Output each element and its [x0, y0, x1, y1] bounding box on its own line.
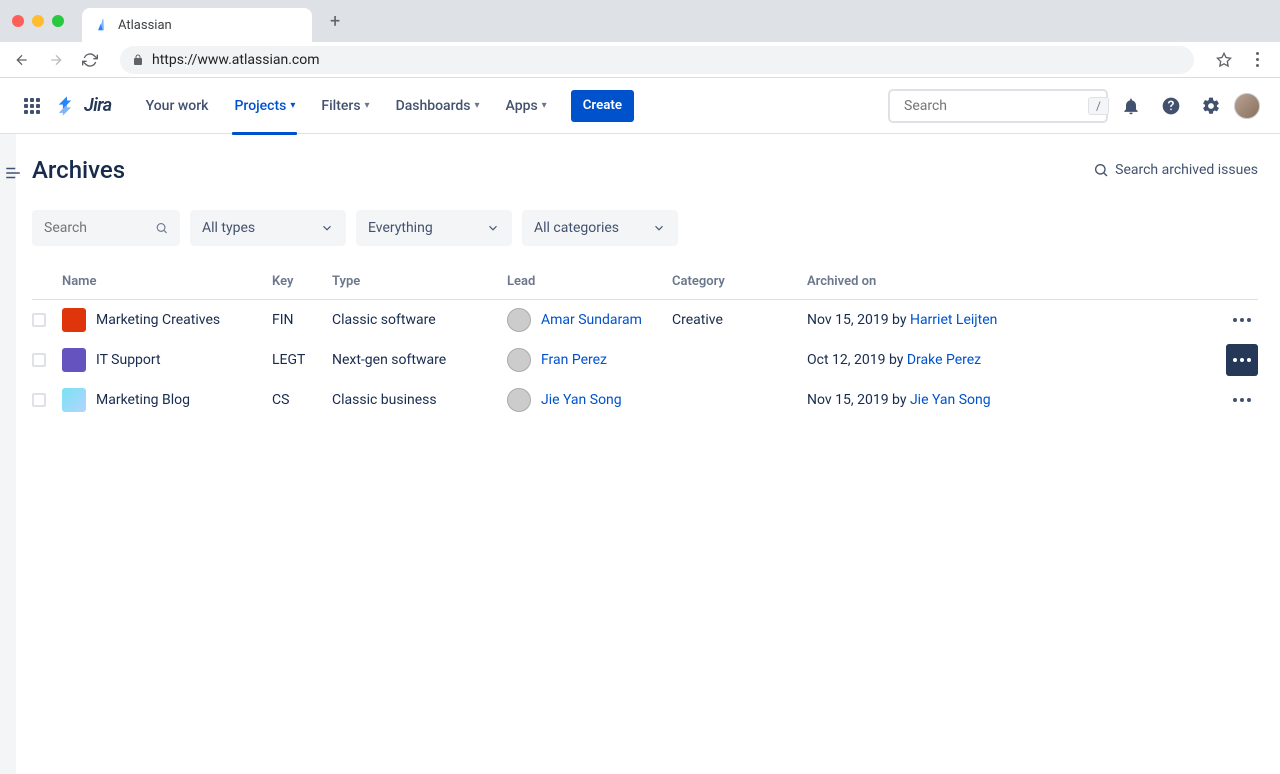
page-title: Archives: [32, 156, 125, 184]
browser-tab-bar: Atlassian +: [0, 0, 1280, 42]
filter-search[interactable]: [32, 210, 180, 246]
nav-projects[interactable]: Projects▾: [224, 78, 305, 134]
table-header-row: Name Key Type Lead Category Archived on: [32, 274, 1258, 300]
tab-title: Atlassian: [118, 18, 172, 33]
filter-search-input[interactable]: [44, 220, 147, 236]
col-header-key[interactable]: Key: [272, 274, 332, 289]
search-icon: [155, 220, 168, 236]
window-controls: [12, 15, 64, 27]
table-row: Marketing Creatives FINClassic software Am…: [32, 300, 1258, 340]
row-actions-button[interactable]: [1226, 304, 1258, 336]
chevron-down-icon: [486, 221, 500, 235]
nav-filters[interactable]: Filters▾: [311, 78, 379, 134]
col-header-lead[interactable]: Lead: [507, 274, 672, 289]
col-header-type[interactable]: Type: [332, 274, 507, 289]
projects-table: Name Key Type Lead Category Archived on …: [32, 274, 1258, 420]
row-actions-button[interactable]: [1226, 384, 1258, 416]
lead-link[interactable]: Fran Perez: [541, 352, 607, 368]
sidebar-toggle-icon[interactable]: [4, 164, 12, 182]
project-category: Creative: [672, 312, 807, 328]
browser-tab[interactable]: Atlassian: [82, 8, 312, 42]
lead-avatar: [507, 348, 531, 372]
project-icon: [62, 388, 86, 412]
project-type: Next-gen software: [332, 352, 507, 368]
address-bar[interactable]: https://www.atlassian.com: [120, 46, 1194, 74]
row-checkbox[interactable]: [32, 313, 46, 327]
chevron-down-icon: [652, 221, 666, 235]
user-avatar[interactable]: [1234, 93, 1260, 119]
settings-icon[interactable]: [1194, 89, 1228, 123]
row-checkbox[interactable]: [32, 353, 46, 367]
project-key: LEGT: [272, 352, 332, 368]
archived-on: Nov 15, 2019 by Harriet Leijten: [807, 312, 1214, 328]
archived-by-link[interactable]: Harriet Leijten: [910, 312, 997, 328]
row-actions-button[interactable]: [1226, 344, 1258, 376]
atlassian-icon: [96, 18, 110, 32]
filter-type-dropdown[interactable]: All types: [190, 210, 346, 246]
browser-toolbar: https://www.atlassian.com: [0, 42, 1280, 78]
chevron-down-icon: [320, 221, 334, 235]
maximize-window-button[interactable]: [52, 15, 64, 27]
chevron-down-icon: ▾: [475, 100, 480, 111]
minimize-window-button[interactable]: [32, 15, 44, 27]
table-row: IT Support LEGTNext-gen software Fran Pere…: [32, 340, 1258, 380]
project-name: Marketing Creatives: [96, 312, 220, 328]
lead-avatar: [507, 388, 531, 412]
notifications-icon[interactable]: [1114, 89, 1148, 123]
project-name: Marketing Blog: [96, 392, 190, 408]
lead-link[interactable]: Jie Yan Song: [541, 392, 622, 408]
search-archived-issues-link[interactable]: Search archived issues: [1093, 162, 1258, 178]
global-search[interactable]: /: [888, 89, 1108, 123]
project-icon: [62, 348, 86, 372]
global-search-input[interactable]: [904, 98, 1082, 114]
col-header-archived[interactable]: Archived on: [807, 274, 1214, 289]
new-tab-button[interactable]: +: [330, 11, 340, 32]
jira-top-nav: Jira Your work Projects▾ Filters▾ Dashbo…: [0, 78, 1280, 134]
lead-link[interactable]: Amar Sundaram: [541, 312, 642, 328]
chevron-down-icon: ▾: [542, 100, 547, 111]
project-type: Classic software: [332, 312, 507, 328]
reload-button[interactable]: [82, 52, 100, 68]
jira-product-name: Jira: [84, 95, 112, 116]
row-checkbox[interactable]: [32, 393, 46, 407]
col-header-category[interactable]: Category: [672, 274, 807, 289]
lead-avatar: [507, 308, 531, 332]
create-button[interactable]: Create: [571, 90, 634, 122]
search-icon: [1093, 162, 1109, 178]
search-shortcut-hint: /: [1088, 97, 1109, 115]
col-header-name[interactable]: Name: [62, 274, 272, 289]
sidebar-gutter: [0, 134, 16, 774]
filter-category-dropdown[interactable]: All categories: [522, 210, 678, 246]
app-switcher-icon[interactable]: [20, 94, 44, 118]
filter-everything-dropdown[interactable]: Everything: [356, 210, 512, 246]
nav-apps[interactable]: Apps▾: [496, 78, 557, 134]
filters-row: All types Everything All categories: [32, 210, 1258, 246]
jira-logo[interactable]: Jira: [56, 95, 112, 117]
table-row: Marketing Blog CSClassic business Jie Yan …: [32, 380, 1258, 420]
archived-by-link[interactable]: Jie Yan Song: [910, 392, 991, 408]
help-icon[interactable]: [1154, 89, 1188, 123]
project-type: Classic business: [332, 392, 507, 408]
archived-on: Oct 12, 2019 by Drake Perez: [807, 352, 1214, 368]
forward-button[interactable]: [48, 52, 66, 68]
nav-dashboards[interactable]: Dashboards▾: [386, 78, 490, 134]
project-key: FIN: [272, 312, 332, 328]
project-key: CS: [272, 392, 332, 408]
lock-icon: [132, 54, 144, 66]
close-window-button[interactable]: [12, 15, 24, 27]
project-icon: [62, 308, 86, 332]
url-text: https://www.atlassian.com: [152, 52, 319, 68]
archived-on: Nov 15, 2019 by Jie Yan Song: [807, 392, 1214, 408]
jira-mark-icon: [56, 95, 78, 117]
nav-your-work[interactable]: Your work: [136, 78, 219, 134]
project-name: IT Support: [96, 352, 161, 368]
chevron-down-icon: ▾: [365, 100, 370, 111]
bookmark-icon[interactable]: [1216, 52, 1232, 68]
back-button[interactable]: [14, 52, 32, 68]
chevron-down-icon: ▾: [290, 100, 295, 111]
archived-by-link[interactable]: Drake Perez: [907, 352, 981, 368]
browser-menu-button[interactable]: [1248, 52, 1266, 67]
